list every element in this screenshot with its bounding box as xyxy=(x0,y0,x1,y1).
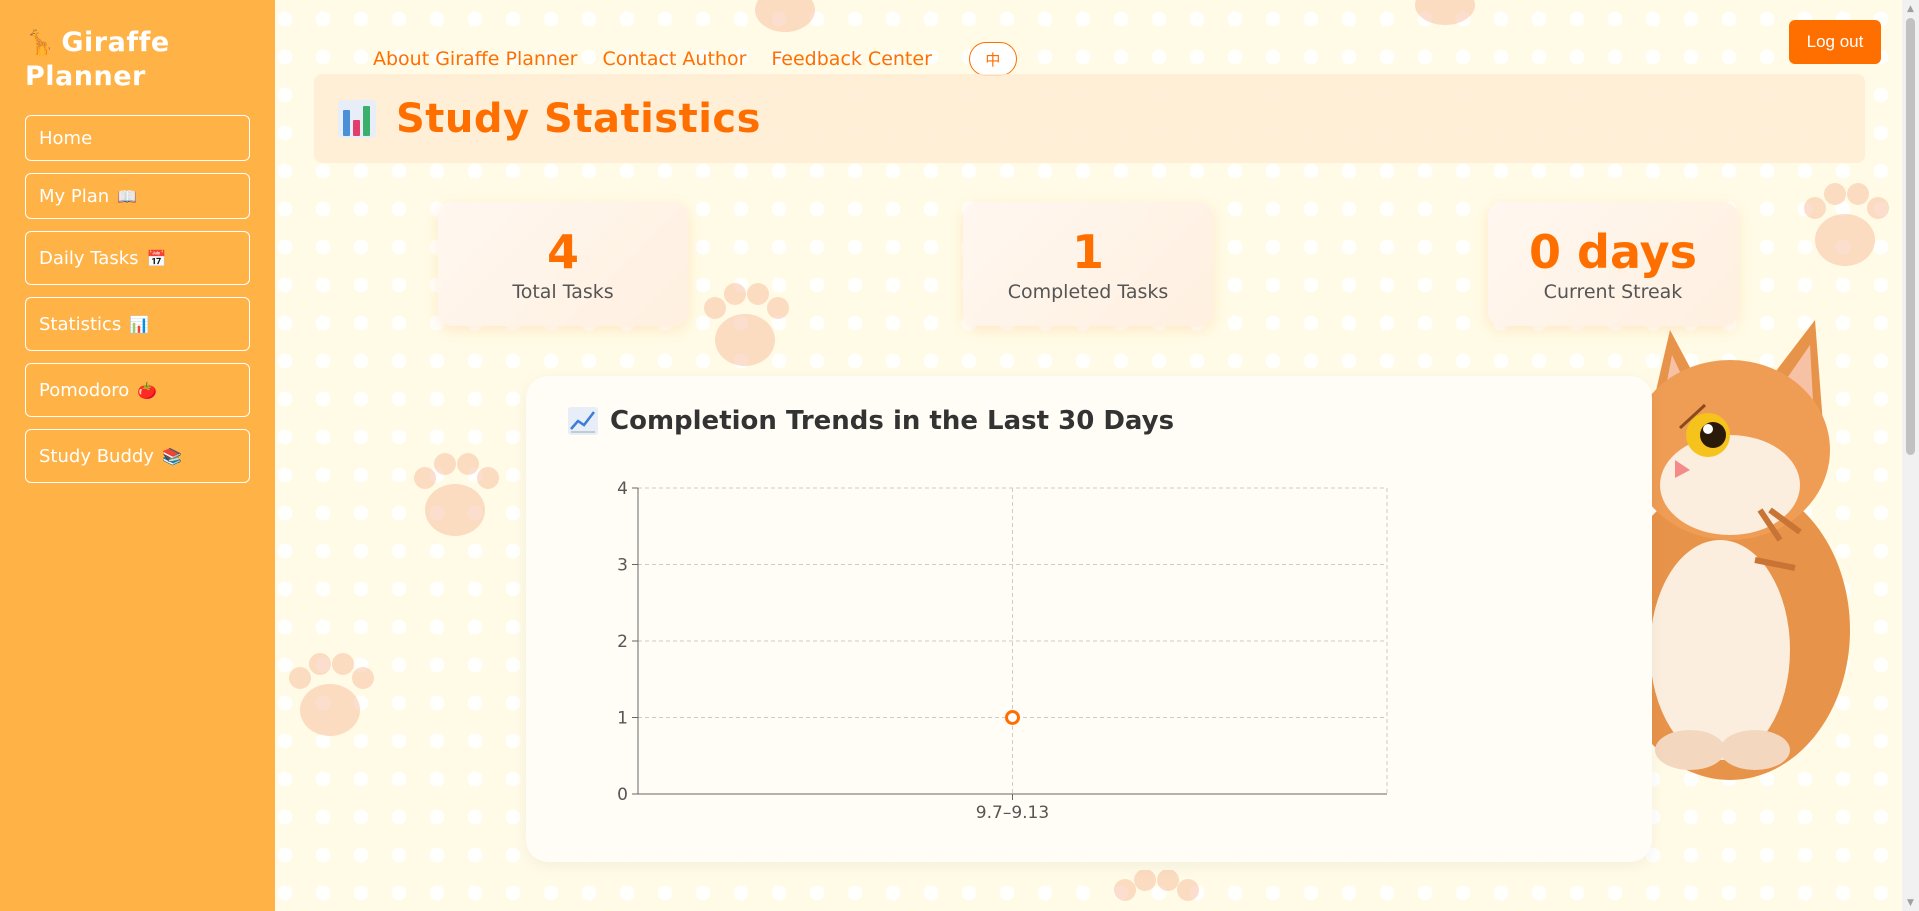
top-nav: About Giraffe Planner Contact Author Fee… xyxy=(373,42,1017,76)
stat-value: 1 xyxy=(1071,225,1104,279)
app-brand[interactable]: 🦒 Giraffe Planner xyxy=(25,26,250,93)
sidebar-item-label: Study Buddy xyxy=(39,445,154,467)
sidebar-item-label: Statistics xyxy=(39,313,122,335)
contact-link[interactable]: Contact Author xyxy=(602,48,746,70)
giraffe-icon: 🦒 xyxy=(25,29,56,57)
scroll-down-icon[interactable]: ▼ xyxy=(1902,894,1919,911)
paw-print-icon xyxy=(1804,183,1889,266)
y-tick-label: 0 xyxy=(617,785,628,805)
bar-chart-icon: 📊 xyxy=(129,314,150,334)
sidebar-item-statistics[interactable]: Statistics 📊 xyxy=(25,297,250,351)
data-point xyxy=(1005,710,1020,725)
logout-button[interactable]: Log out xyxy=(1789,20,1881,64)
sidebar-nav: Home My Plan 📖 Daily Tasks 📅 Statistics … xyxy=(25,115,250,483)
y-tick-label: 2 xyxy=(617,632,628,652)
page-header: Study Statistics xyxy=(314,74,1865,163)
books-icon: 📚 xyxy=(161,446,182,466)
stat-value: 0 days xyxy=(1529,225,1697,279)
sidebar-item-label: My Plan xyxy=(39,185,110,207)
calendar-icon: 📅 xyxy=(146,248,167,268)
about-link[interactable]: About Giraffe Planner xyxy=(373,48,577,70)
y-tick-label: 1 xyxy=(617,709,628,729)
paw-print-icon xyxy=(755,0,815,32)
sidebar-item-label: Pomodoro xyxy=(39,379,130,401)
sidebar-item-daily-tasks[interactable]: Daily Tasks 📅 xyxy=(25,231,250,285)
stat-label: Total Tasks xyxy=(512,281,614,303)
sidebar: 🦒 Giraffe Planner Home My Plan 📖 Daily Ta… xyxy=(0,0,275,911)
sidebar-item-label: Home xyxy=(39,127,93,149)
paw-print-icon xyxy=(1114,870,1199,901)
chart-card: Completion Trends in the Last 30 Days 01… xyxy=(526,376,1652,862)
y-tick-label: 3 xyxy=(617,556,628,576)
x-tick-label: 9.7–9.13 xyxy=(976,803,1049,823)
scroll-up-icon[interactable]: ▲ xyxy=(1902,0,1919,17)
book-icon: 📖 xyxy=(117,186,138,206)
paw-print-icon xyxy=(414,453,499,536)
stat-card-total-tasks: 4 Total Tasks xyxy=(438,202,688,326)
scrollbar-thumb[interactable] xyxy=(1906,18,1915,455)
paw-print-icon xyxy=(289,653,374,736)
sidebar-item-my-plan[interactable]: My Plan 📖 xyxy=(25,173,250,219)
bar-chart-icon xyxy=(338,99,376,138)
y-tick-label: 4 xyxy=(617,479,628,499)
feedback-link[interactable]: Feedback Center xyxy=(771,48,931,70)
stat-card-current-streak: 0 days Current Streak xyxy=(1488,202,1738,326)
language-toggle-button[interactable]: 中 xyxy=(968,42,1017,76)
sidebar-item-study-buddy[interactable]: Study Buddy 📚 xyxy=(25,429,250,483)
page-title: Study Statistics xyxy=(396,95,761,142)
paw-print-icon xyxy=(1415,0,1475,25)
sidebar-item-label: Daily Tasks xyxy=(39,247,139,269)
stat-value: 4 xyxy=(546,225,579,279)
sidebar-item-home[interactable]: Home xyxy=(25,115,250,161)
stat-label: Completed Tasks xyxy=(1007,281,1169,303)
tomato-icon: 🍅 xyxy=(137,380,158,400)
scrollbar[interactable]: ▲ ▼ xyxy=(1902,0,1919,911)
stat-label: Current Streak xyxy=(1543,281,1683,303)
sidebar-item-pomodoro[interactable]: Pomodoro 🍅 xyxy=(25,363,250,417)
completion-trend-chart: 0 1 2 3 4 9.7–9.13 xyxy=(617,479,1388,823)
paw-print-icon xyxy=(704,283,789,366)
stat-card-completed-tasks: 1 Completed Tasks xyxy=(963,202,1213,326)
